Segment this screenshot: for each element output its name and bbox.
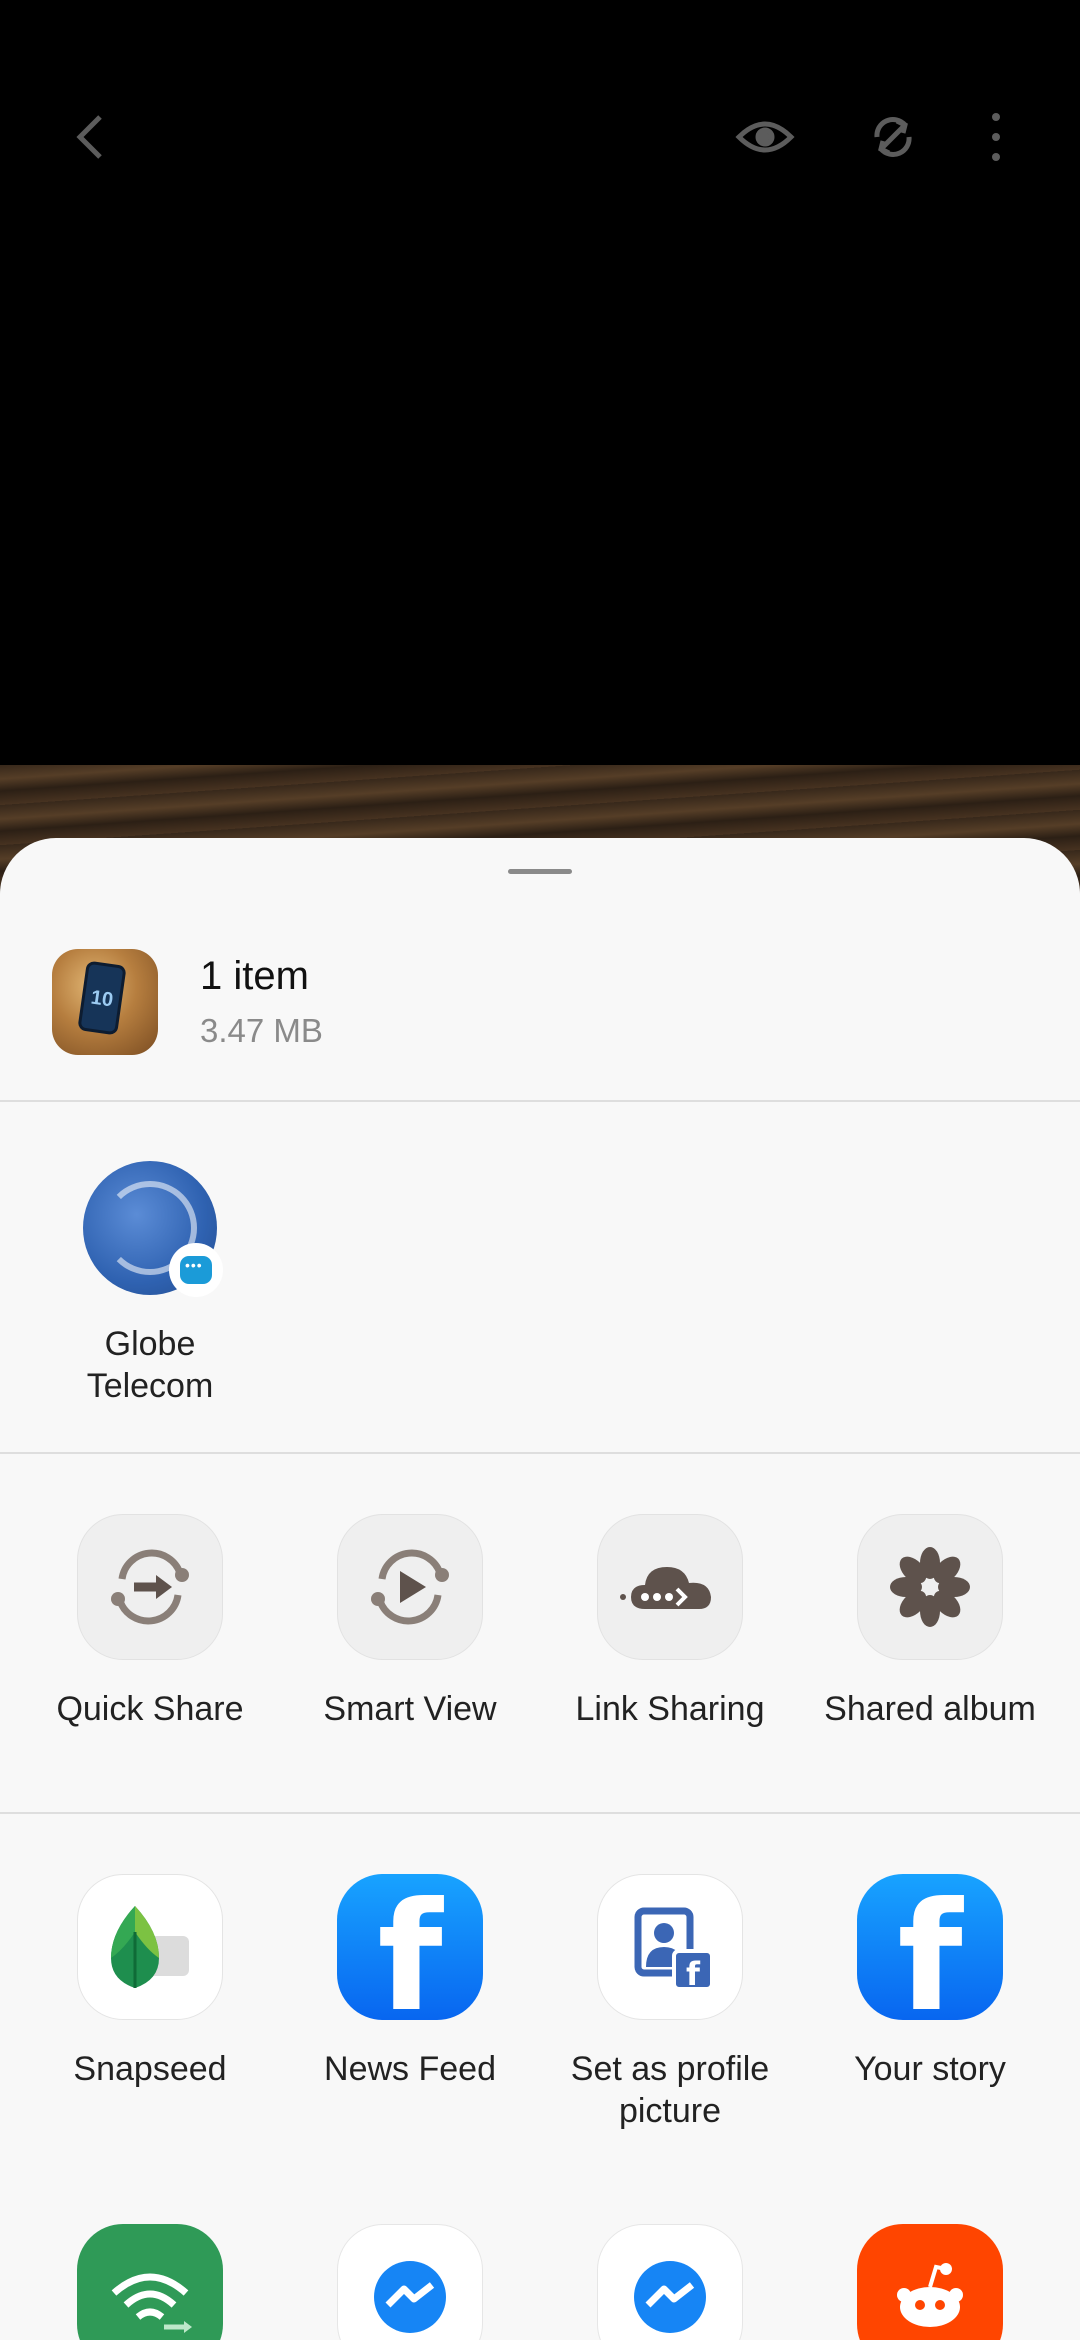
quick-share-button[interactable]: Quick Share xyxy=(20,1514,280,1730)
thumbnail-text: 10 xyxy=(89,986,115,1012)
divider xyxy=(0,1812,1080,1814)
globe-telecom-avatar xyxy=(83,1161,223,1297)
quick-share-label: Quick Share xyxy=(56,1690,244,1728)
reddit-icon xyxy=(857,2224,1003,2340)
eye-icon xyxy=(735,121,795,153)
news-feed-label: News Feed xyxy=(324,2050,496,2088)
smart-view-label: Smart View xyxy=(323,1690,497,1728)
auto-rotate-icon xyxy=(874,117,912,157)
your-story-label: Your story xyxy=(854,2050,1006,2088)
svg-text:f: f xyxy=(686,1955,701,1993)
facebook-profile-picture-icon: f xyxy=(597,1874,743,2020)
set-as-profile-picture-button[interactable]: f Set as profile picture xyxy=(540,1874,800,2132)
item-count-title: 1 item xyxy=(200,954,309,998)
item-thumbnail: 10 xyxy=(52,949,158,1055)
chevron-left-icon xyxy=(76,115,102,159)
messenger-icon xyxy=(597,2224,743,2340)
shared-album-flower-icon xyxy=(857,1514,1003,1660)
smart-view-button[interactable]: Smart View xyxy=(280,1514,540,1730)
direct-share-globe-telecom[interactable]: Globe Telecom xyxy=(40,1161,260,1407)
link-sharing-button[interactable]: Link Sharing xyxy=(540,1514,800,1730)
facebook-your-story-button[interactable]: f Your story xyxy=(800,1874,1060,2090)
snapseed-label: Snapseed xyxy=(73,2050,227,2088)
facebook-icon: f xyxy=(857,1874,1003,2020)
messages-badge-icon xyxy=(169,1243,223,1297)
divider xyxy=(0,1100,1080,1102)
quick-share-icon xyxy=(77,1514,223,1660)
link-sharing-label: Link Sharing xyxy=(575,1690,765,1728)
snapseed-icon xyxy=(77,1874,223,2020)
smart-view-icon xyxy=(337,1514,483,1660)
more-vertical-icon xyxy=(992,113,1000,161)
share-sheet: 10 1 item 3.47 MB Globe Telecom Quick xyxy=(0,838,1080,2340)
shared-album-label: Shared album xyxy=(824,1690,1036,1728)
reddit-app-button[interactable] xyxy=(800,2224,1060,2340)
set-as-profile-picture-label: Set as profile picture xyxy=(570,2050,770,2130)
view-button[interactable] xyxy=(725,97,805,177)
back-button[interactable] xyxy=(50,97,130,177)
divider xyxy=(0,1452,1080,1454)
facebook-news-feed-button[interactable]: f News Feed xyxy=(280,1874,540,2090)
item-size: 3.47 MB xyxy=(200,1012,323,1049)
auto-rotate-button[interactable] xyxy=(853,97,933,177)
messenger-app-button[interactable] xyxy=(280,2224,540,2340)
sheet-drag-handle[interactable] xyxy=(508,869,572,874)
link-sharing-cloud-icon xyxy=(597,1514,743,1660)
shared-album-button[interactable]: Shared album xyxy=(800,1514,1060,1730)
wifi-transfer-icon xyxy=(77,2224,223,2340)
viewer-toolbar xyxy=(0,100,1080,220)
more-options-button[interactable] xyxy=(956,97,1036,177)
snapseed-button[interactable]: Snapseed xyxy=(20,1874,280,2090)
direct-share-label: Globe Telecom xyxy=(86,1325,214,1405)
facebook-icon: f xyxy=(337,1874,483,2020)
messenger-icon xyxy=(337,2224,483,2340)
messenger-app-button[interactable] xyxy=(540,2224,800,2340)
wifi-transfer-app-button[interactable] xyxy=(20,2224,280,2340)
